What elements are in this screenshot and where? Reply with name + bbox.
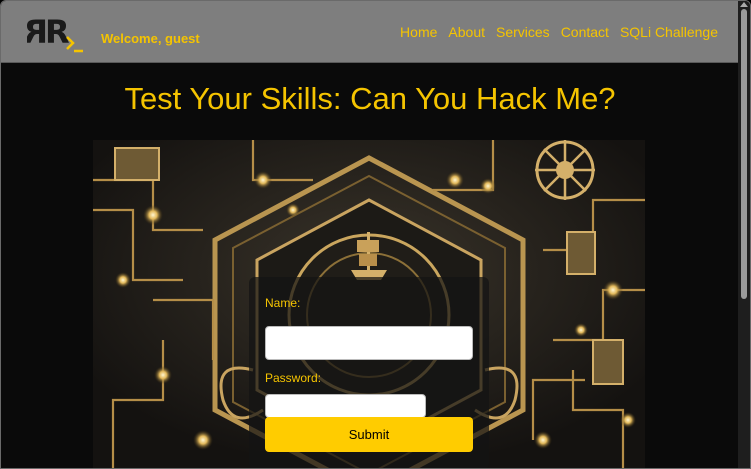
svg-text:R: R <box>45 13 70 51</box>
scroll-up-arrow-icon[interactable] <box>740 2 748 7</box>
nav-home-link[interactable]: Home <box>400 24 437 40</box>
name-label: Name: <box>265 296 301 310</box>
welcome-text: Welcome, guest <box>101 31 200 46</box>
site-logo[interactable]: R R <box>27 13 87 55</box>
scrollbar-thumb[interactable] <box>741 9 747 299</box>
nav-sqli-challenge-link[interactable]: SQLi Challenge <box>620 24 718 40</box>
nav-about-link[interactable]: About <box>448 24 485 40</box>
name-input[interactable] <box>265 326 473 360</box>
browser-viewport: R R Welcome, guest Home About Services C… <box>0 0 751 469</box>
nav-links: Home About Services Contact SQLi Challen… <box>400 24 718 40</box>
submit-button[interactable]: Submit <box>265 417 473 452</box>
nav-services-link[interactable]: Services <box>496 24 550 40</box>
nav-contact-link[interactable]: Contact <box>561 24 609 40</box>
password-label: Password: <box>265 371 322 385</box>
navbar: R R Welcome, guest Home About Services C… <box>1 1 739 63</box>
password-input[interactable] <box>265 394 426 418</box>
vertical-scrollbar[interactable] <box>738 1 750 468</box>
page-title: Test Your Skills: Can You Hack Me? <box>124 81 616 116</box>
